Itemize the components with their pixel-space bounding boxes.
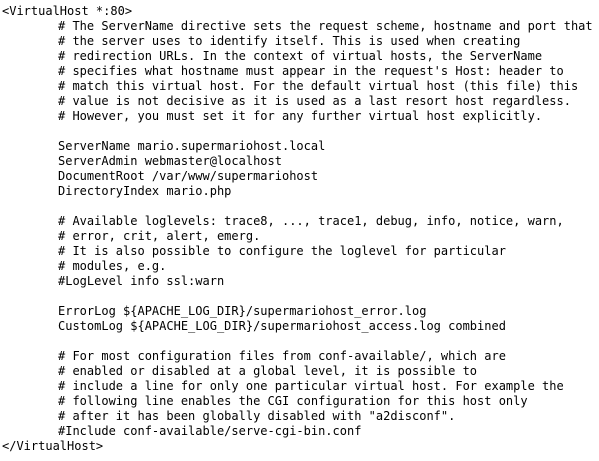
- line-text: #LogLevel info ssl:warn: [58, 274, 225, 288]
- line-text: # after it has been globally disabled wi…: [58, 409, 456, 423]
- code-line[interactable]: [2, 289, 599, 304]
- code-line[interactable]: # after it has been globally disabled wi…: [2, 409, 599, 424]
- line-text: ServerAdmin webmaster@localhost: [58, 154, 282, 168]
- code-line[interactable]: <VirtualHost *:80>: [2, 4, 599, 19]
- code-line[interactable]: ServerAdmin webmaster@localhost: [2, 154, 599, 169]
- code-line[interactable]: # enabled or disabled at a global level,…: [2, 364, 599, 379]
- code-line[interactable]: # modules, e.g.: [2, 259, 599, 274]
- code-line[interactable]: [2, 199, 599, 214]
- line-text: # modules, e.g.: [58, 259, 167, 273]
- code-line[interactable]: DirectoryIndex mario.php: [2, 184, 599, 199]
- code-line[interactable]: # specifies what hostname must appear in…: [2, 64, 599, 79]
- line-text: # the server uses to identify itself. Th…: [58, 34, 521, 48]
- code-line[interactable]: [2, 124, 599, 139]
- text-editor-content[interactable]: <VirtualHost *:80> # The ServerName direc…: [0, 0, 599, 461]
- line-text: # enabled or disabled at a global level,…: [58, 364, 478, 378]
- code-line[interactable]: ServerName mario.supermariohost.local: [2, 139, 599, 154]
- line-text: <VirtualHost *:80>: [2, 4, 133, 18]
- line-text: # For most configuration files from conf…: [58, 349, 506, 363]
- code-line[interactable]: # For most configuration files from conf…: [2, 349, 599, 364]
- line-text: # However, you must set it for any furth…: [58, 109, 543, 123]
- code-line[interactable]: # value is not decisive as it is used as…: [2, 94, 599, 109]
- line-text: # The ServerName directive sets the requ…: [58, 19, 593, 33]
- code-line[interactable]: #LogLevel info ssl:warn: [2, 274, 599, 289]
- code-line[interactable]: # the server uses to identify itself. Th…: [2, 34, 599, 49]
- code-line[interactable]: # It is also possible to configure the l…: [2, 244, 599, 259]
- line-text: #Include conf-available/serve-cgi-bin.co…: [58, 424, 362, 438]
- code-line[interactable]: # error, crit, alert, emerg.: [2, 229, 599, 244]
- line-text: ServerName mario.supermariohost.local: [58, 139, 326, 153]
- line-text: # specifies what hostname must appear in…: [58, 64, 564, 78]
- code-line[interactable]: # include a line for only one particular…: [2, 379, 599, 394]
- code-line[interactable]: # redirection URLs. In the context of vi…: [2, 49, 599, 64]
- line-text: # Available loglevels: trace8, ..., trac…: [58, 214, 564, 228]
- line-text: # match this virtual host. For the defau…: [58, 79, 579, 93]
- code-line[interactable]: # Available loglevels: trace8, ..., trac…: [2, 214, 599, 229]
- code-line[interactable]: CustomLog ${APACHE_LOG_DIR}/supermarioho…: [2, 319, 599, 334]
- code-line[interactable]: #Include conf-available/serve-cgi-bin.co…: [2, 424, 599, 439]
- line-text: ErrorLog ${APACHE_LOG_DIR}/supermariohos…: [58, 304, 427, 318]
- line-text: # It is also possible to configure the l…: [58, 244, 506, 258]
- code-line[interactable]: # The ServerName directive sets the requ…: [2, 19, 599, 34]
- code-line[interactable]: # match this virtual host. For the defau…: [2, 79, 599, 94]
- line-text: DocumentRoot /var/www/supermariohost: [58, 169, 319, 183]
- code-line[interactable]: [2, 334, 599, 349]
- code-line[interactable]: DocumentRoot /var/www/supermariohost: [2, 169, 599, 184]
- code-line[interactable]: # However, you must set it for any furth…: [2, 109, 599, 124]
- code-line[interactable]: ErrorLog ${APACHE_LOG_DIR}/supermariohos…: [2, 304, 599, 319]
- line-text: </VirtualHost>: [2, 439, 104, 453]
- line-text: DirectoryIndex mario.php: [58, 184, 232, 198]
- line-text: # value is not decisive as it is used as…: [58, 94, 571, 108]
- line-text: # following line enables the CGI configu…: [58, 394, 528, 408]
- code-line[interactable]: # following line enables the CGI configu…: [2, 394, 599, 409]
- line-text: CustomLog ${APACHE_LOG_DIR}/supermarioho…: [58, 319, 506, 333]
- line-text: # redirection URLs. In the context of vi…: [58, 49, 543, 63]
- code-line[interactable]: </VirtualHost>: [2, 439, 599, 454]
- line-text: # include a line for only one particular…: [58, 379, 564, 393]
- line-text: # error, crit, alert, emerg.: [58, 229, 261, 243]
